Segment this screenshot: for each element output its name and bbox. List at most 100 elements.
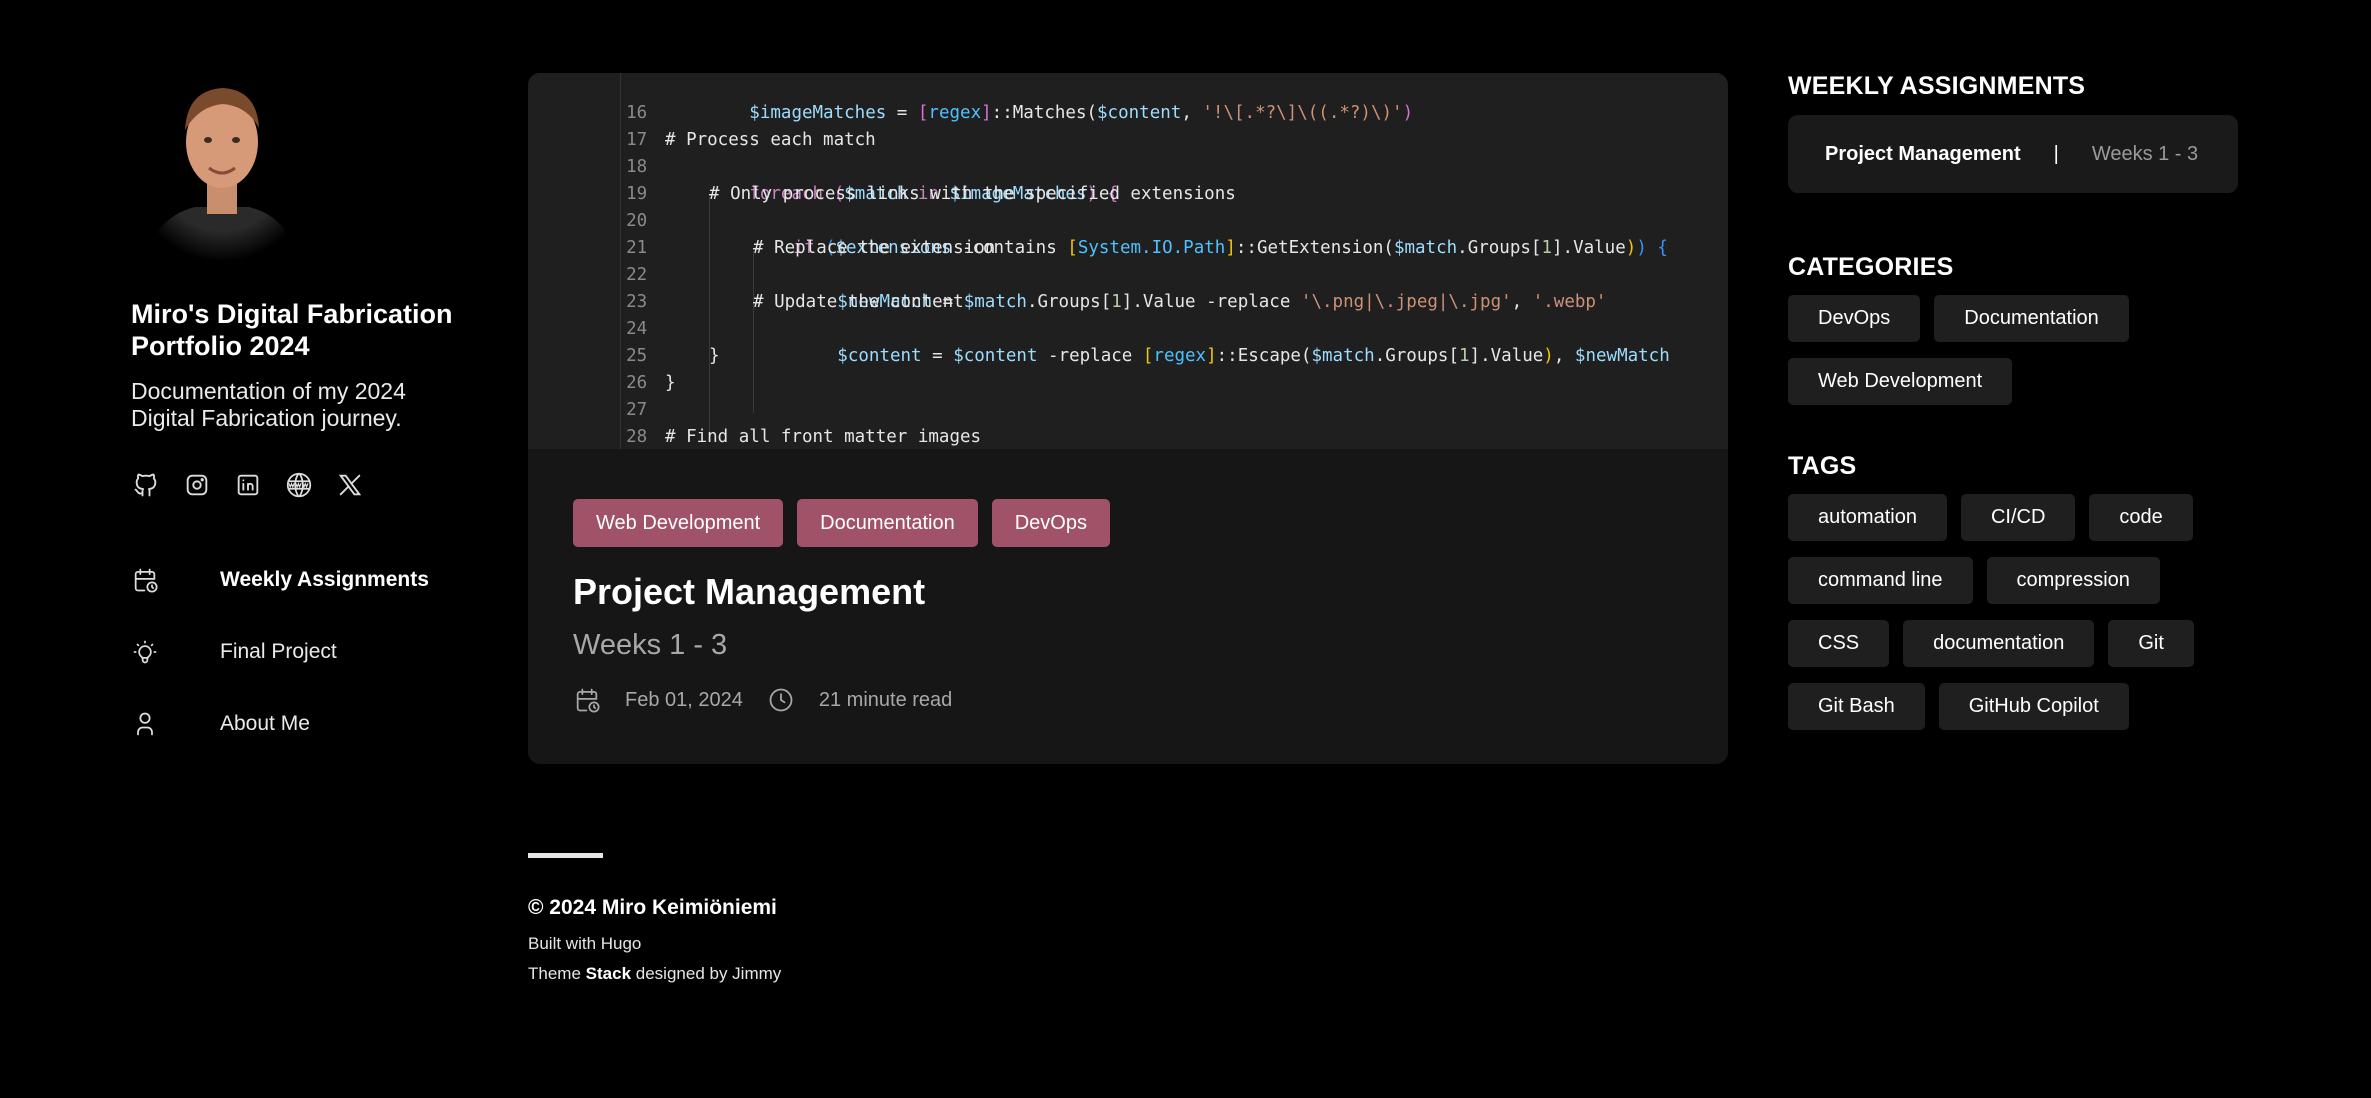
menu-item-about-me[interactable]: About Me [131, 688, 471, 760]
theme-name-link[interactable]: Stack [586, 964, 631, 983]
code-token: ::Matches( [991, 103, 1098, 123]
category-badge[interactable]: DevOps [991, 499, 1110, 547]
theme-credit: Theme Stack designed by Jimmy [528, 964, 781, 984]
categories-widget: CATEGORIES DevOps Documentation Web Deve… [1788, 253, 2238, 405]
tag-chip[interactable]: command line [1788, 557, 1973, 604]
code-token: , [1553, 346, 1575, 366]
right-sidebar: WEEKLY ASSIGNMENTS Project Management | … [1788, 72, 2238, 730]
code-token: = [886, 103, 918, 123]
code-line: 24 # Update the content [528, 289, 964, 339]
code-token: regex [928, 103, 982, 123]
avatar[interactable] [135, 72, 309, 262]
menu-item-weekly-assignments[interactable]: Weekly Assignments [131, 544, 471, 616]
tag-chip[interactable]: CI/CD [1960, 494, 2076, 541]
assignment-subtitle: Weeks 1 - 3 [2091, 142, 2199, 165]
tag-chip[interactable]: Git [2108, 620, 2194, 667]
code-token: $newMatch [1574, 346, 1670, 366]
code-token: .Groups[ [1457, 238, 1542, 258]
category-badge[interactable]: Documentation [797, 499, 978, 547]
article-categories: Web Development Documentation DevOps [573, 499, 1683, 547]
code-token: ::GetExtension( [1235, 238, 1394, 258]
widget-heading: WEEKLY ASSIGNMENTS [1788, 72, 2086, 100]
tag-chip[interactable]: CSS [1788, 620, 1890, 667]
tag-chip[interactable]: compression [1986, 557, 2160, 604]
code-token: $content [837, 346, 922, 366]
code-token: ] [1206, 346, 1217, 366]
tag-list: automation CI/CD code command line compr… [1788, 494, 2238, 730]
code-line: 18 # Process each match [528, 127, 876, 177]
tag-chip[interactable]: Git Bash [1788, 683, 1925, 730]
code-token: ::Escape( [1216, 346, 1312, 366]
code-token: , [1511, 292, 1533, 312]
code-token: $match [1393, 238, 1458, 258]
article-meta: Feb 01, 2024 21 minute read [573, 686, 1683, 714]
built-with-hugo-link[interactable]: Built with Hugo [528, 934, 781, 954]
code-line: 23 $newMatch = $match.Groups[1].Value -r… [528, 262, 1606, 312]
article-title[interactable]: Project Management [573, 571, 1683, 613]
code-token: $content [953, 346, 1038, 366]
code-token: { [1646, 238, 1668, 258]
code-comment: # Only process links with the specified … [709, 184, 1236, 204]
tag-chip[interactable]: automation [1788, 494, 1947, 541]
theme-suffix: designed by Jimmy [635, 964, 782, 983]
code-token: , [1181, 103, 1203, 123]
tag-chip[interactable]: GitHub Copilot [1938, 683, 2129, 730]
calendar-icon [131, 565, 161, 595]
code-token: '!\[.*?\]\((.*?)\)' [1202, 103, 1403, 123]
social-links [131, 470, 471, 500]
weekly-assignments-widget: WEEKLY ASSIGNMENTS Project Management | … [1788, 72, 2238, 193]
weekly-assignment-item[interactable]: Project Management | Weeks 1 - 3 [1788, 115, 2238, 193]
separator: | [2053, 142, 2059, 165]
code-token: '\.png|\.jpeg|\.jpg' [1300, 292, 1512, 312]
site-footer: © 2024 Miro Keimiöniemi Built with Hugo … [528, 853, 781, 984]
code-token: $match [963, 292, 1027, 312]
calendar-icon [573, 686, 601, 714]
code-token: .Groups[ [1374, 346, 1459, 366]
category-list: DevOps Documentation Web Development [1788, 295, 2238, 405]
menu-item-final-project[interactable]: Final Project [131, 616, 471, 688]
code-comment: # Find all front matter images [665, 427, 982, 447]
code-token: ].Value [1552, 238, 1626, 258]
x-icon[interactable] [335, 470, 365, 500]
article-subtitle: Weeks 1 - 3 [573, 629, 728, 661]
assignment-title: Project Management [1825, 142, 2021, 165]
avatar-portrait [135, 72, 309, 262]
main-menu: Weekly Assignments Final Project About M… [131, 544, 471, 760]
category-badge[interactable]: Web Development [573, 499, 784, 547]
code-line: 28 [528, 397, 647, 447]
code-line: 16 $imageMatches = [regex]::Matches($con… [528, 73, 1413, 123]
code-comment: # Update the content [753, 292, 964, 312]
linkedin-icon[interactable] [233, 470, 263, 500]
menu-item-label: Weekly Assignments [220, 568, 429, 591]
widget-heading: TAGS [1788, 452, 1857, 480]
instagram-icon[interactable] [182, 470, 212, 500]
code-token: [ [1142, 346, 1154, 366]
tag-chip[interactable]: documentation [1903, 620, 2095, 667]
code-line: 21 if ($extensions -contains [System.IO.… [528, 208, 1668, 258]
read-time: 21 minute read [818, 688, 953, 711]
code-token: $match [1311, 346, 1375, 366]
footer-divider [528, 853, 603, 858]
category-chip[interactable]: Web Development [1788, 358, 2013, 405]
category-chip[interactable]: DevOps [1788, 295, 1921, 342]
code-token: = [921, 346, 954, 366]
code-token: ].Value -replace [1121, 292, 1301, 312]
theme-prefix: Theme [528, 964, 581, 983]
code-line: 17 [528, 100, 647, 150]
user-icon [131, 709, 161, 739]
left-sidebar: Miro's Digital Fabrication Portfolio 202… [131, 72, 471, 760]
code-token: 1 [1541, 238, 1552, 258]
code-line: 26 } [528, 343, 719, 393]
code-token: ) [1636, 238, 1647, 258]
code-token: ) [1402, 103, 1414, 123]
code-token: $imageMatches [749, 103, 887, 123]
github-icon[interactable] [131, 470, 161, 500]
code-line: 25 $content = $content -replace [regex]:… [528, 316, 1670, 366]
www-icon[interactable] [284, 470, 314, 500]
code-preview-image: 16 $imageMatches = [regex]::Matches($con… [528, 73, 1728, 449]
code-token: ] [981, 103, 992, 123]
article-card[interactable]: 16 $imageMatches = [regex]::Matches($con… [528, 73, 1728, 764]
category-chip[interactable]: Documentation [1934, 295, 2129, 342]
tag-chip[interactable]: code [2089, 494, 2193, 541]
site-title[interactable]: Miro's Digital Fabrication Portfolio 202… [131, 298, 471, 362]
